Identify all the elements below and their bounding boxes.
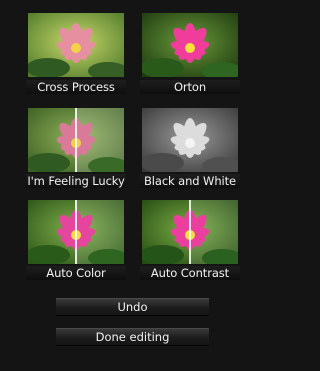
effect-thumbnail-auto-contrast[interactable] (142, 200, 238, 264)
effects-panel: Cross Process Orton I'm Feeling Lucky Bl… (0, 0, 269, 371)
effect-label-auto-contrast: Auto Contrast (140, 266, 240, 280)
effect-label-im-feeling-lucky: I'm Feeling Lucky (26, 174, 126, 188)
lotus-image (28, 13, 124, 77)
effect-thumbnail-orton[interactable] (142, 13, 238, 77)
effect-thumbnail-cross-process[interactable] (28, 13, 124, 77)
effect-thumbnail-black-and-white[interactable] (142, 108, 238, 172)
effect-thumbnail-auto-color[interactable] (28, 200, 124, 264)
undo-button[interactable]: Undo (56, 298, 209, 316)
done-editing-button[interactable]: Done editing (56, 328, 209, 346)
effect-label-black-and-white: Black and White (140, 174, 240, 188)
compare-divider (75, 108, 77, 172)
effect-label-auto-color: Auto Color (26, 266, 126, 280)
compare-divider (75, 200, 77, 264)
lotus-image (142, 108, 238, 172)
compare-divider (189, 200, 191, 264)
effect-label-cross-process: Cross Process (26, 80, 126, 94)
effect-thumbnail-im-feeling-lucky[interactable] (28, 108, 124, 172)
effect-label-orton: Orton (140, 80, 240, 94)
lotus-image (142, 13, 238, 77)
